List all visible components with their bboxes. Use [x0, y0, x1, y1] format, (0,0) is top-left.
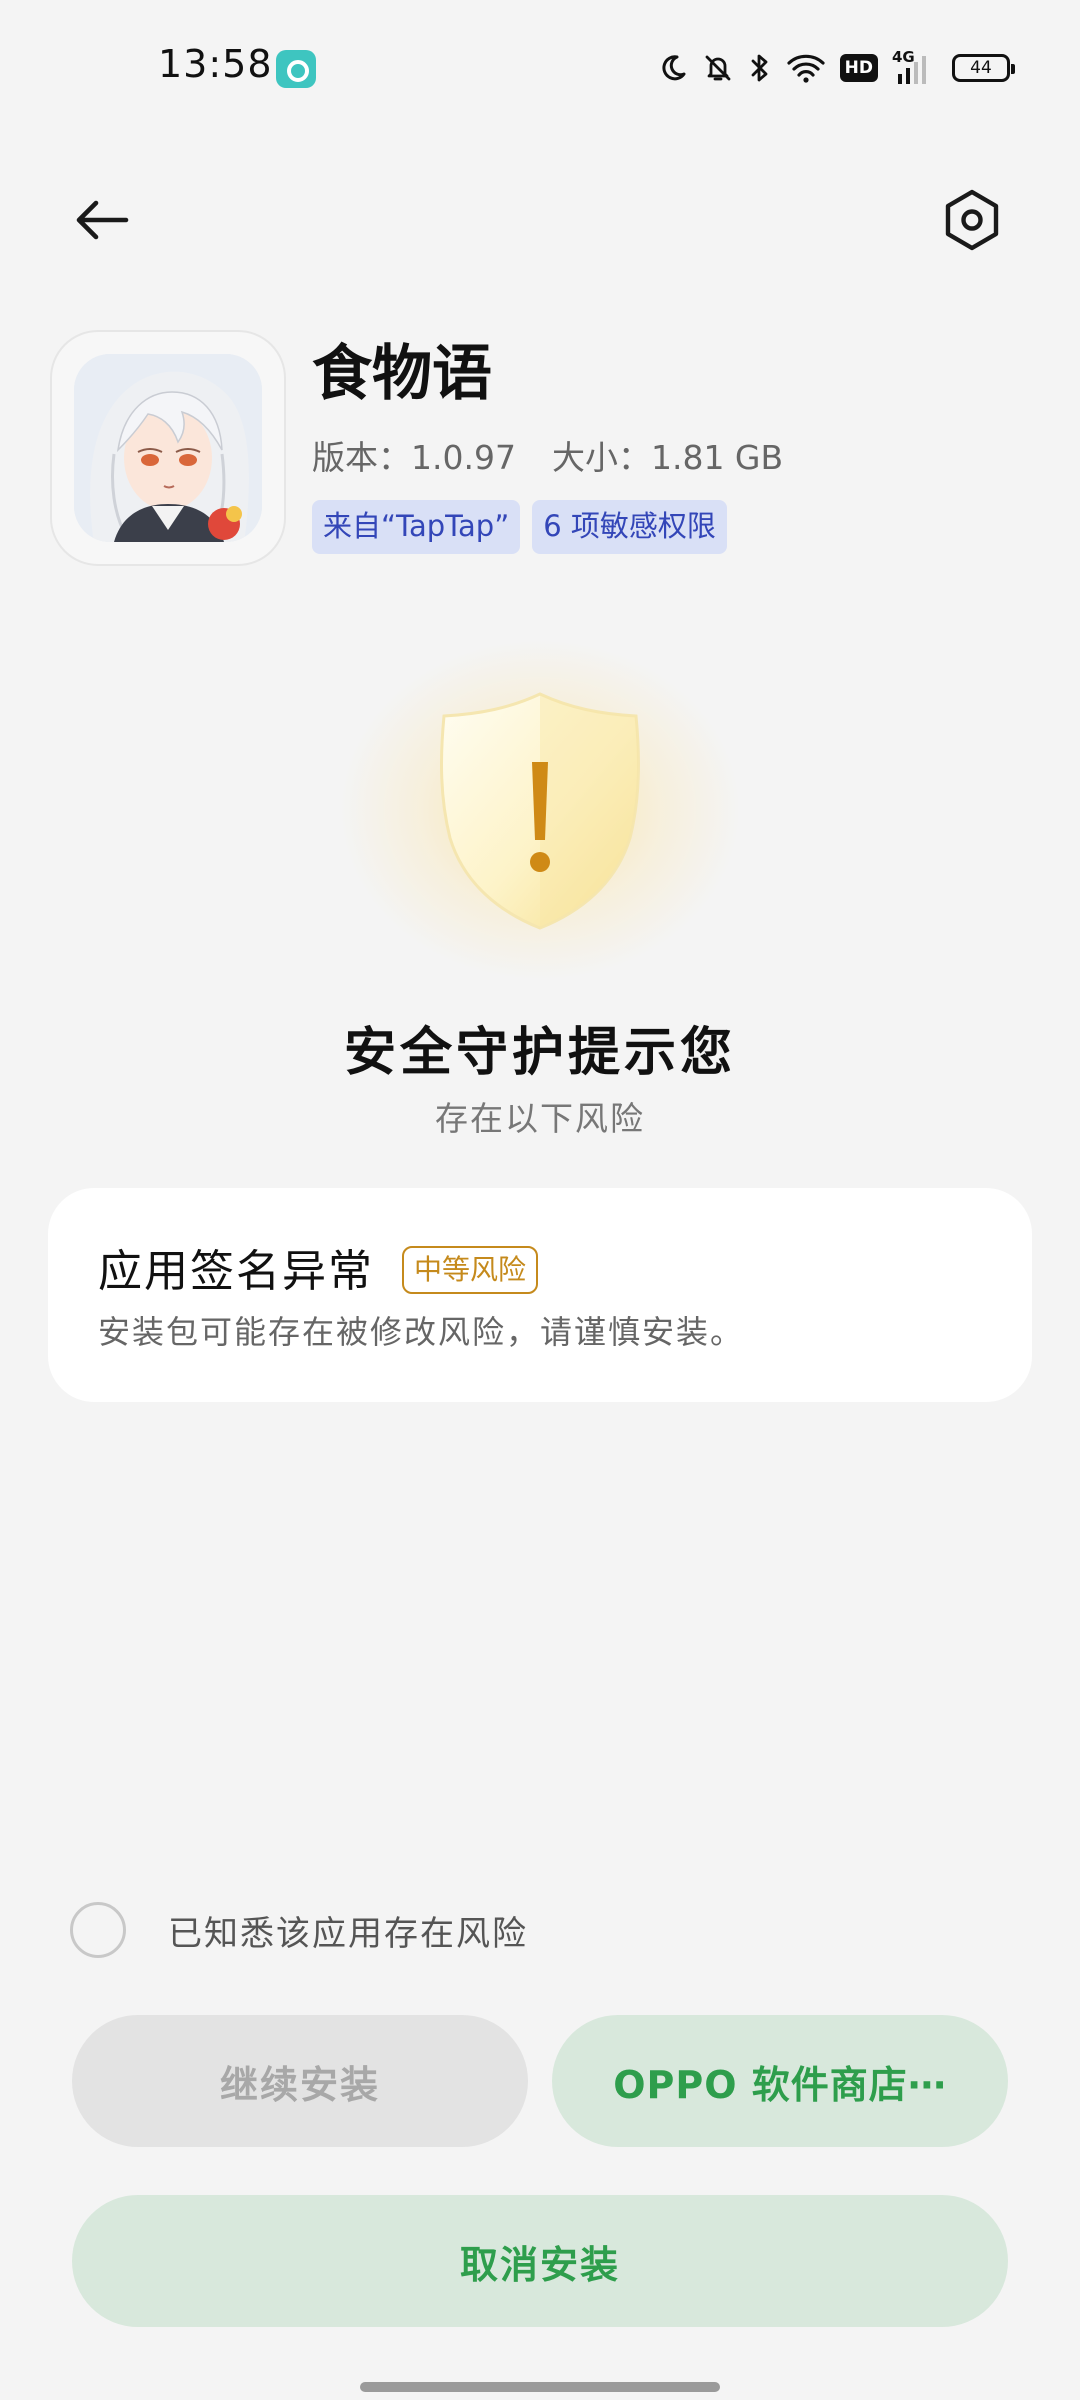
cellular-signal-icon: 4G [892, 50, 938, 86]
acknowledge-row[interactable]: 已知悉该应用存在风险 [70, 1902, 528, 1958]
bluetooth-icon [748, 52, 772, 84]
settings-button[interactable] [934, 182, 1010, 258]
back-button[interactable] [64, 182, 140, 258]
app-tags: 来自“TapTap” 6 项敏感权限 [312, 500, 727, 554]
home-indicator[interactable] [360, 2382, 720, 2392]
hexagon-gear-icon [945, 189, 999, 251]
bell-muted-icon [702, 52, 734, 84]
risk-description: 安装包可能存在被修改风险，请谨慎安装。 [98, 1313, 745, 1351]
guard-subtitle: 存在以下风险 [435, 1099, 645, 1138]
status-bar: 13:58 HD 4G 44 [0, 0, 1080, 140]
version-label: 版本： [312, 438, 411, 477]
moon-icon [658, 53, 688, 83]
guard-title: 安全守护提示您 [343, 1022, 736, 1083]
app-meta: 版本：1.0.97 大小：1.81 GB [312, 436, 783, 480]
risk-card: 应用签名异常 中等风险 安装包可能存在被修改风险，请谨慎安装。 [48, 1188, 1032, 1402]
continue-install-button[interactable]: 继续安装 [72, 2015, 528, 2147]
arrow-left-icon [76, 200, 129, 240]
size-label: 大小： [551, 438, 651, 477]
risk-level-badge: 中等风险 [402, 1246, 539, 1294]
source-tag[interactable]: 来自“TapTap” [312, 500, 521, 554]
app-name: 食物语 [312, 339, 492, 409]
status-time: 13:58 [158, 42, 273, 86]
app-version: 1.0.97 [411, 438, 516, 477]
acknowledge-checkbox[interactable] [70, 1902, 126, 1958]
wifi-icon [786, 52, 826, 84]
app-icon [50, 330, 286, 566]
message-bubble-icon [276, 50, 316, 88]
battery-icon: 44 [952, 54, 1015, 82]
risk-title: 应用签名异常 [98, 1246, 374, 1297]
acknowledge-label[interactable]: 已知悉该应用存在风险 [168, 1906, 528, 1955]
permissions-tag[interactable]: 6 项敏感权限 [532, 500, 727, 554]
status-icons: HD 4G 44 [658, 44, 1015, 92]
app-size: 1.81 GB [650, 438, 784, 477]
app-avatar-image [74, 354, 262, 542]
battery-level: 44 [970, 58, 992, 78]
cancel-install-button[interactable]: 取消安装 [72, 2195, 1008, 2327]
hd-icon: HD [839, 54, 878, 82]
oppo-store-button[interactable]: OPPO 软件商店⋯ [552, 2015, 1008, 2147]
warning-shield-icon [440, 692, 640, 930]
